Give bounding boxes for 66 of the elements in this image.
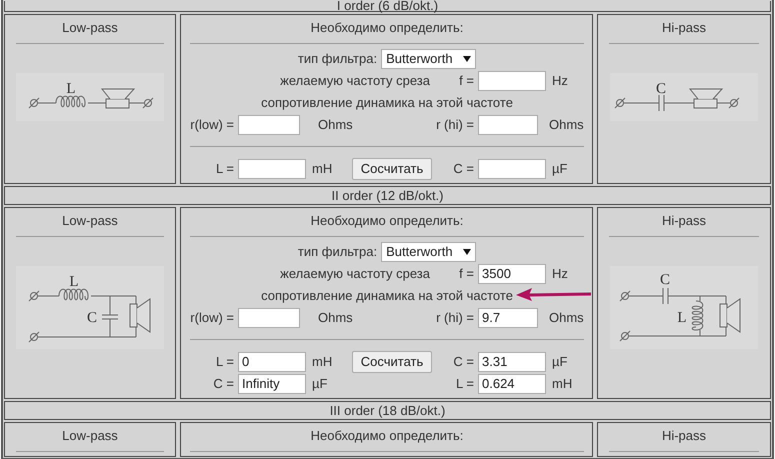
component-label: C <box>660 272 670 288</box>
panel-title: Hi-pass <box>660 20 708 36</box>
field-label: Ohms <box>548 310 584 325</box>
field-label: Ohms <box>317 117 354 132</box>
panel-title: Необходимо определить: <box>310 428 464 444</box>
panel-title: Необходимо определить: <box>310 213 464 229</box>
panel-title: Low-pass <box>61 428 119 444</box>
field-label: желаемую частоту среза <box>280 266 431 281</box>
component-label: L <box>69 274 79 290</box>
section-header: III order (18 dB/okt.) <box>4 401 771 420</box>
input-field[interactable] <box>478 114 538 134</box>
filter-type-dropdown[interactable]: Butterworth <box>381 242 476 262</box>
field-label: Hz <box>551 266 569 281</box>
input-field[interactable]: Infinity <box>238 374 306 394</box>
field-label: Ohms <box>548 117 584 132</box>
panel-title: Low-pass <box>61 20 119 36</box>
field-label: f = <box>459 73 475 88</box>
input-field[interactable]: 0.624 <box>478 374 546 394</box>
input-field[interactable] <box>238 158 306 178</box>
input-field[interactable] <box>478 158 546 178</box>
section-header: II order (12 dB/okt.) <box>4 186 771 205</box>
field-label: сопротивление динамика на этой частоте <box>261 95 513 110</box>
input-field[interactable]: 0 <box>238 352 306 372</box>
field-label: Hz <box>551 73 569 88</box>
field-label: тип фильтра: <box>298 51 378 66</box>
component-label: C <box>656 81 666 97</box>
field-label: mH <box>311 354 334 369</box>
field-label: тип фильтра: <box>298 244 378 259</box>
caret-icon <box>463 248 472 254</box>
field-label: C = <box>453 161 475 176</box>
input-field[interactable]: 3.31 <box>478 352 546 372</box>
field-label: mH <box>551 376 574 391</box>
field-label: mH <box>311 161 334 176</box>
field-label: L = <box>216 354 235 369</box>
input-field[interactable]: 3500 <box>478 264 546 284</box>
calculate-button[interactable]: Сосчитать <box>352 158 432 180</box>
field-label: r(low) = <box>190 310 235 325</box>
field-label: µF <box>311 376 328 391</box>
component-label: L <box>677 310 687 326</box>
field-label: µF <box>551 161 568 176</box>
field-label: µF <box>551 354 568 369</box>
panel-title: Hi-pass <box>660 428 708 444</box>
component-label: C <box>87 310 97 326</box>
input-field[interactable] <box>238 308 300 328</box>
section-header: I order (6 dB/okt.) <box>4 1 771 12</box>
field-label: L = <box>216 161 235 176</box>
field-label: r (hi) = <box>436 310 475 325</box>
field-label: r (hi) = <box>436 117 475 132</box>
panel-title: Hi-pass <box>660 213 708 229</box>
field-label: C = <box>213 376 235 391</box>
input-field[interactable]: 9.7 <box>478 308 538 328</box>
field-label: C = <box>453 354 475 369</box>
panel-title: Необходимо определить: <box>310 20 464 36</box>
filter-type-dropdown[interactable]: Butterworth <box>381 48 476 68</box>
field-label: L = <box>456 376 475 391</box>
calculate-button[interactable]: Сосчитать <box>352 350 432 372</box>
field-label: сопротивление динамика на этой частоте <box>261 288 513 303</box>
input-field[interactable] <box>238 114 300 134</box>
field-label: Ohms <box>317 310 354 325</box>
caret-icon <box>463 56 472 62</box>
component-label: L <box>66 81 76 97</box>
field-label: f = <box>459 266 475 281</box>
field-label: r(low) = <box>190 117 235 132</box>
input-field[interactable] <box>478 70 546 90</box>
field-label: желаемую частоту среза <box>280 73 431 88</box>
panel-title: Low-pass <box>61 213 119 229</box>
